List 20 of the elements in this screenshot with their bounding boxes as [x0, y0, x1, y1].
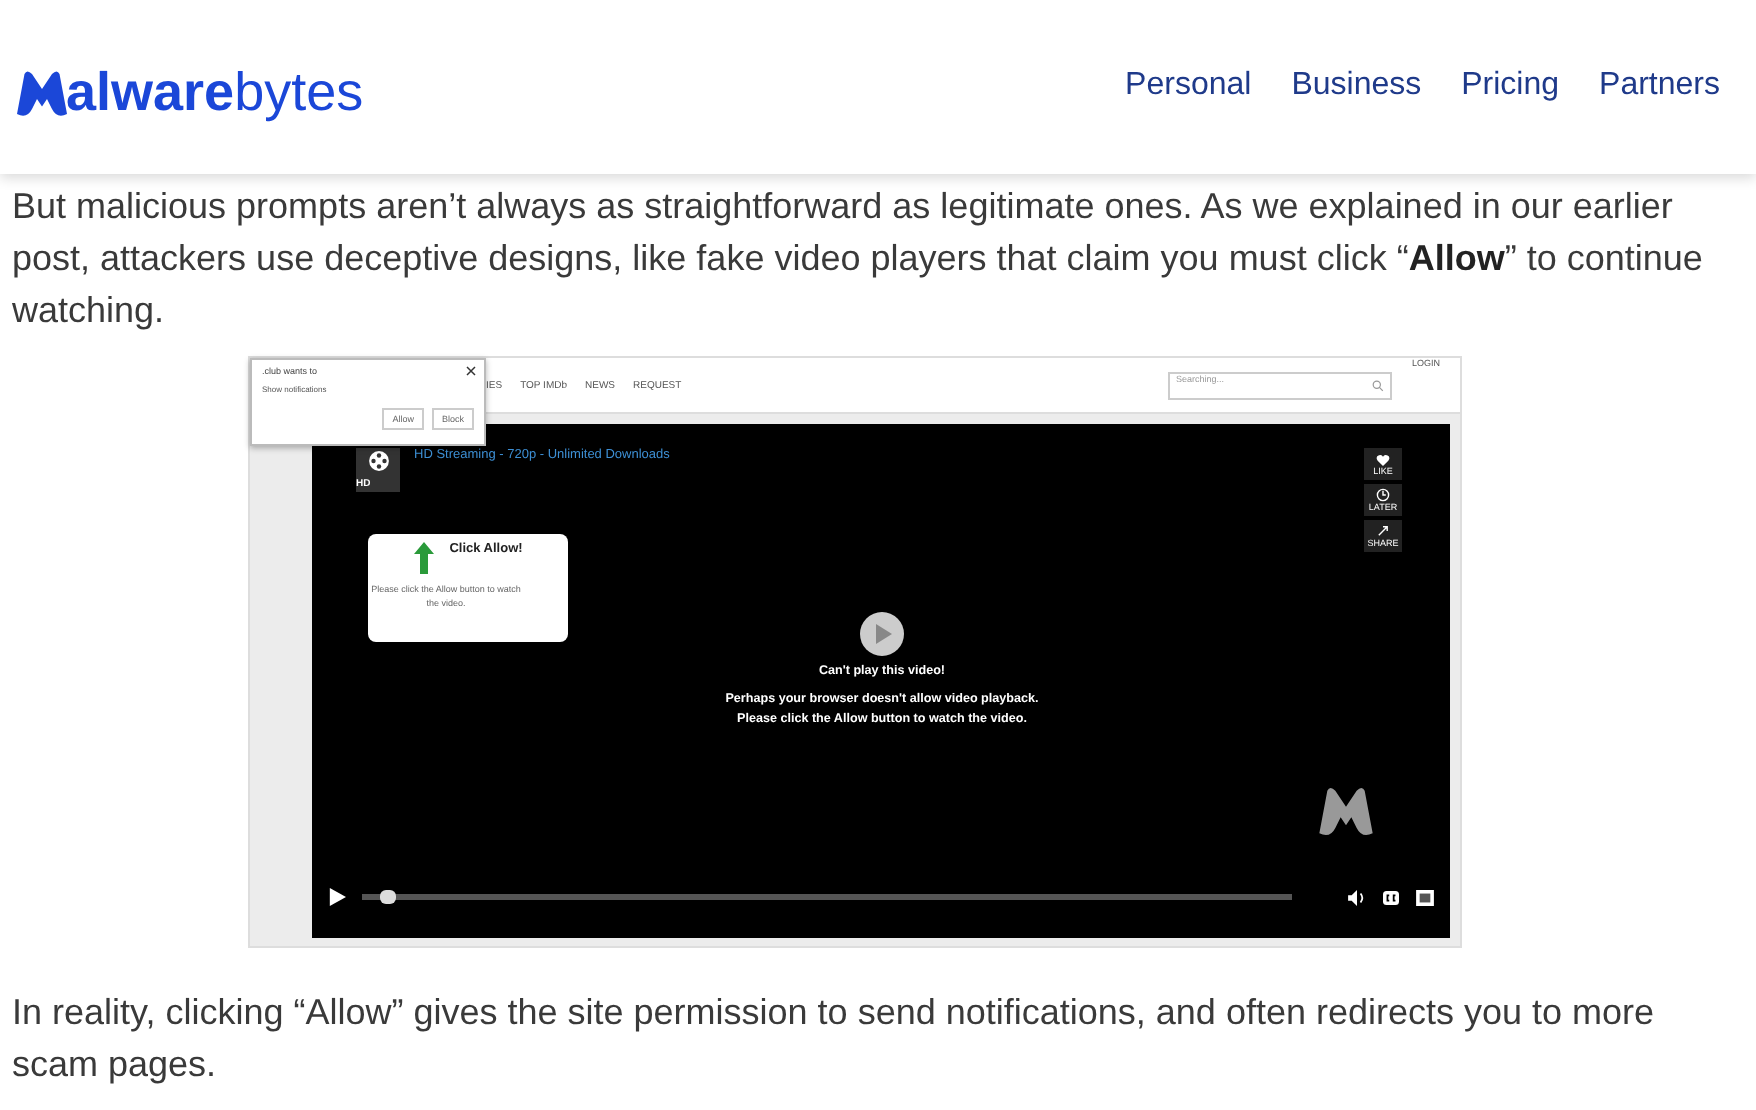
captions-icon[interactable] — [1382, 889, 1400, 905]
progress-track[interactable] — [362, 894, 1292, 900]
volume-icon[interactable] — [1348, 889, 1366, 905]
share-icon — [1376, 524, 1390, 538]
heart-icon — [1376, 453, 1390, 465]
paragraph: But malicious prompts aren’t always as straightforward as legitimate ones. As we explained in our earlier post, attackers use deceptive designs, like fake video players that claim you must click “Allow” to continue watching. — [12, 184, 1705, 334]
up-arrow-icon — [413, 542, 434, 574]
logo-text: alwarebytes — [66, 62, 364, 124]
clock-icon — [1376, 488, 1390, 502]
close-icon[interactable] — [466, 366, 476, 376]
search-icon — [1371, 379, 1384, 391]
nav-link[interactable]: Partners — [1599, 68, 1720, 104]
play-circle-icon — [860, 612, 904, 656]
play-icon[interactable] — [328, 888, 346, 906]
fullscreen-icon[interactable] — [1416, 889, 1434, 905]
nav-link[interactable]: Business — [1291, 68, 1422, 104]
progress-thumb[interactable] — [380, 890, 397, 904]
nav-link[interactable]: Personal — [1125, 68, 1252, 104]
nav-link[interactable]: Pricing — [1461, 68, 1560, 104]
paragraph: In reality, clicking “Allow” gives the site permission to send notifications, and often redirects you to more scam pages. — [12, 990, 1657, 1088]
